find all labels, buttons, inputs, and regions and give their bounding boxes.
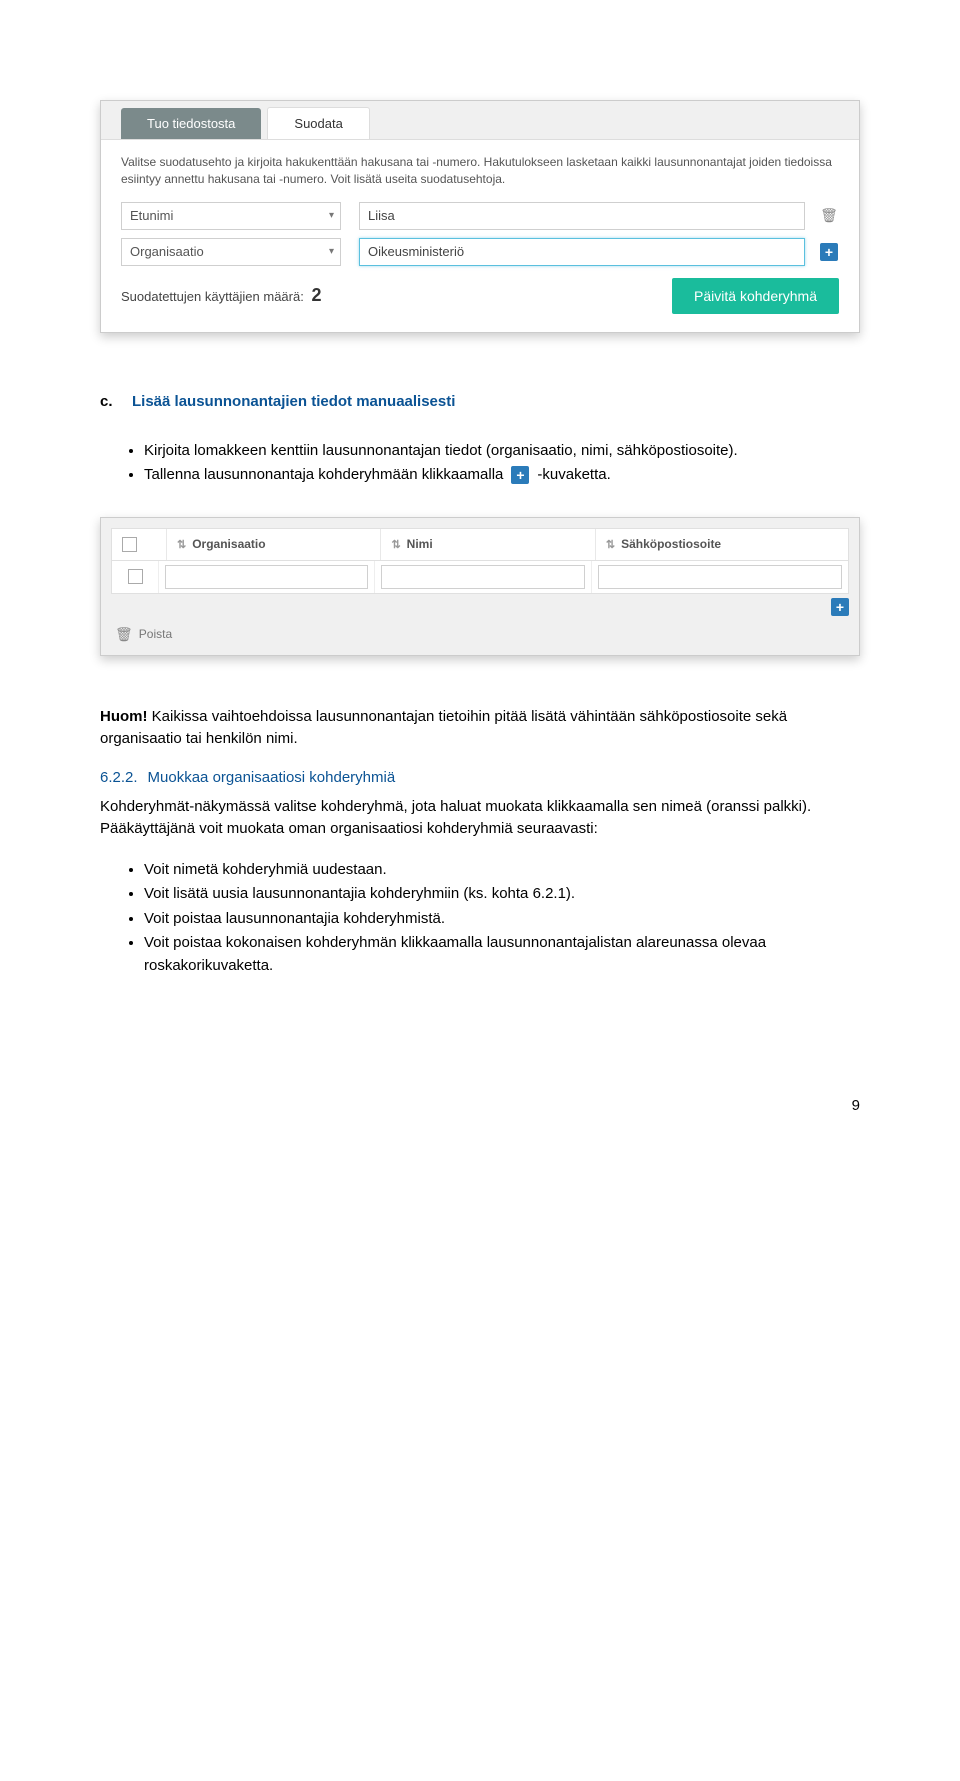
update-target-group-button[interactable]: Päivitä kohderyhmä (672, 278, 839, 314)
plus-icon: + (511, 466, 529, 484)
col-header-email[interactable]: Sähköpostiosoite (621, 537, 721, 551)
add-row-button[interactable]: + (831, 598, 849, 616)
select-all-checkbox[interactable] (122, 537, 137, 552)
page-number: 9 (100, 1097, 860, 1114)
section-6-2-2-intro: Kohderyhmät-näkymässä valitse kohderyhmä… (100, 796, 860, 841)
filter-field-1-value: Etunimi (130, 208, 173, 223)
sort-icon[interactable]: ⇅ (177, 538, 186, 551)
trash-icon: 🗑 (115, 626, 133, 643)
note-label: Huom! (100, 708, 148, 725)
bullet-item: Voit poistaa kokonaisen kohderyhmän klik… (144, 932, 860, 977)
remove-filter-button[interactable]: 🗑 (819, 206, 839, 226)
filter-panel-screenshot: Tuo tiedostosta Suodata Valitse suodatus… (100, 100, 860, 333)
bullet-item: Voit nimetä kohderyhmiä uudestaan. (144, 859, 860, 882)
chevron-down-icon: ▾ (329, 210, 334, 221)
plus-icon: + (820, 243, 838, 261)
filter-field-select-2[interactable]: Organisaatio ▾ (121, 238, 341, 266)
heading-add-manually: Lisää lausunnonantajien tiedot manuaalis… (132, 393, 860, 410)
email-input[interactable] (598, 565, 842, 589)
delete-selected-button[interactable]: 🗑 Poista (101, 616, 859, 655)
list-marker-c: c. (100, 393, 132, 422)
filtered-count-label: Suodatettujen käyttäjien määrä: 2 (121, 285, 321, 306)
filter-helptext: Valitse suodatusehto ja kirjoita hakuken… (121, 154, 839, 188)
filter-field-2-value: Organisaatio (130, 244, 204, 259)
bullet-item: Tallenna lausunnonantaja kohderyhmään kl… (144, 464, 860, 487)
heading-6-2-2: 6.2.2.Muokkaa organisaatiosi kohderyhmiä (100, 769, 860, 786)
filter-value-input-2[interactable]: Oikeusministeriö (359, 238, 805, 266)
bullet-item: Voit lisätä uusia lausunnonantajia kohde… (144, 883, 860, 906)
filter-field-select-1[interactable]: Etunimi ▾ (121, 202, 341, 230)
chevron-down-icon: ▾ (329, 246, 334, 257)
row-checkbox[interactable] (128, 569, 143, 584)
tab-filter[interactable]: Suodata (267, 107, 369, 139)
sort-icon[interactable]: ⇅ (606, 538, 615, 551)
manual-entry-screenshot: ⇅ Organisaatio ⇅ Nimi ⇅ Sähköpostiosoite… (100, 517, 860, 656)
trash-icon: 🗑 (820, 207, 838, 224)
add-filter-button[interactable]: + (819, 242, 839, 262)
col-header-organisation[interactable]: Organisaatio (192, 537, 265, 551)
bullet-item: Kirjoita lomakkeen kenttiin lausunnonant… (144, 440, 860, 463)
bullet-item: Voit poistaa lausunnonantajia kohderyhmi… (144, 908, 860, 931)
sort-icon[interactable]: ⇅ (391, 538, 400, 551)
name-input[interactable] (381, 565, 584, 589)
note-paragraph: Huom! Kaikissa vaihtoehdoissa lausunnona… (100, 706, 860, 751)
filtered-count-value: 2 (311, 285, 321, 305)
tab-import-file[interactable]: Tuo tiedostosta (121, 108, 261, 139)
org-input[interactable] (165, 565, 368, 589)
filter-value-input-1[interactable]: Liisa (359, 202, 805, 230)
col-header-name[interactable]: Nimi (407, 537, 433, 551)
